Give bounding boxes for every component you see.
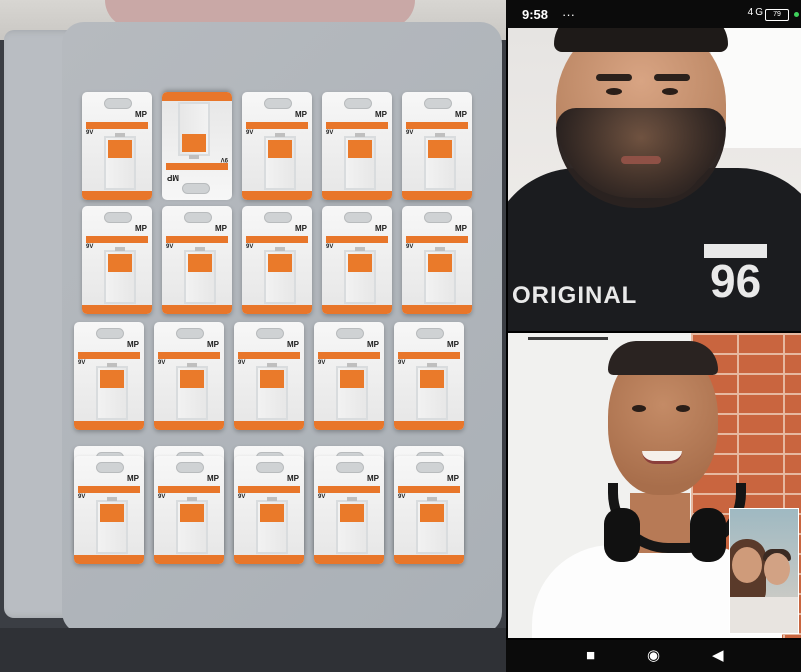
battery-pack: MP 9V — [162, 92, 232, 200]
battery-9v — [416, 363, 448, 420]
battery-icon: 79 — [765, 9, 789, 21]
battery-9v — [256, 497, 288, 554]
pack-label: 9V — [158, 494, 166, 500]
battery-9v — [264, 247, 296, 304]
battery-pack: MP 9V — [82, 206, 152, 314]
battery-9v — [264, 133, 296, 190]
battery-pack: MP 9V — [314, 456, 384, 564]
floor-bottom — [0, 628, 506, 672]
local-video[interactable] — [508, 333, 801, 638]
camera-indicator-icon — [794, 12, 799, 17]
battery-9v — [96, 497, 128, 554]
pack-label: 9V — [86, 130, 94, 136]
battery-9v — [184, 247, 216, 304]
battery-pack: MP 9V — [234, 456, 304, 564]
battery-pack: MP 9V — [322, 206, 392, 314]
pack-label: 9V — [158, 360, 166, 366]
pack-brand: MP — [295, 110, 307, 119]
back-icon[interactable]: ◀ — [712, 646, 724, 666]
pack-brand: MP — [367, 474, 379, 483]
battery-9v — [176, 497, 208, 554]
battery-9v — [336, 497, 368, 554]
pack-label: 9V — [78, 494, 86, 500]
pack-brand: MP — [447, 340, 459, 349]
navigation-bar: ■ ◉ ◀ — [506, 640, 801, 672]
recent-apps-icon[interactable]: ■ — [586, 646, 595, 666]
battery-pack: MP 9V — [74, 322, 144, 430]
pack-label: 9V — [406, 130, 414, 136]
pack-label: 9V — [166, 244, 174, 250]
battery-pack: MP 9V — [394, 456, 464, 564]
battery-pack: MP 9V — [74, 456, 144, 564]
battery-9v — [336, 363, 368, 420]
pack-brand: MP — [287, 474, 299, 483]
pack-brand: MP — [207, 340, 219, 349]
pack-brand: MP — [447, 474, 459, 483]
pack-label: 9V — [238, 494, 246, 500]
battery-pack: MP 9V — [242, 206, 312, 314]
battery-9v — [104, 133, 136, 190]
battery-9v — [96, 363, 128, 420]
battery-9v — [344, 133, 376, 190]
battery-pack: MP 9V — [154, 322, 224, 430]
battery-pack: MP 9V — [314, 322, 384, 430]
battery-9v — [104, 247, 136, 304]
battery-9v — [416, 497, 448, 554]
pack-brand: MP — [215, 224, 227, 233]
pack-label: 9V — [246, 244, 254, 250]
battery-pack: MP 9V — [402, 92, 472, 200]
more-notifications-icon: ··· — [562, 7, 575, 22]
battery-pack: MP 9V — [154, 456, 224, 564]
battery-packs-photo: MP 9V MP 9V MP 9V MP 9V MP 9V MP 9V MP 9V MP 9V MP 9V MP 9V… — [0, 0, 506, 672]
pack-brand: MP — [295, 224, 307, 233]
battery-pack: MP 9V — [82, 92, 152, 200]
shirt-text: ORIGINAL — [512, 282, 638, 309]
video-call-screen: 9:58 ··· 4G 79 96 ORIGINAL ■ ◉ ◀ — [506, 0, 801, 672]
battery-9v — [256, 363, 288, 420]
pack-brand: MP — [455, 224, 467, 233]
battery-9v — [178, 102, 210, 156]
pack-brand: MP — [127, 474, 139, 483]
battery-pack: MP 9V — [242, 92, 312, 200]
pack-label: 9V — [238, 360, 246, 366]
pack-brand: MP — [207, 474, 219, 483]
pack-label: 9V — [318, 360, 326, 366]
pack-label: 9V — [398, 494, 406, 500]
home-icon[interactable]: ◉ — [647, 646, 660, 666]
pack-label: 9V — [220, 156, 228, 162]
battery-pack: MP 9V — [234, 322, 304, 430]
battery-pack: MP 9V — [394, 322, 464, 430]
pack-brand: MP — [127, 340, 139, 349]
pack-brand: MP — [375, 224, 387, 233]
pack-brand: MP — [135, 110, 147, 119]
pack-brand: MP — [455, 110, 467, 119]
battery-pack: MP 9V — [162, 206, 232, 314]
pack-brand: MP — [367, 340, 379, 349]
battery-9v — [424, 133, 456, 190]
battery-9v — [176, 363, 208, 420]
pack-label: 9V — [318, 494, 326, 500]
battery-pack: MP 9V — [322, 92, 392, 200]
pack-label: 9V — [86, 244, 94, 250]
battery-pack: MP 9V — [402, 206, 472, 314]
pack-brand: MP — [287, 340, 299, 349]
pack-brand: MP — [375, 110, 387, 119]
pack-label: 9V — [326, 130, 334, 136]
pack-brand: MP — [167, 173, 179, 182]
status-bar: 9:58 ··· 4G 79 — [506, 0, 801, 28]
pack-label: 9V — [246, 130, 254, 136]
pack-brand: MP — [135, 224, 147, 233]
pack-label: 9V — [78, 360, 86, 366]
shirt-number: 96 — [704, 244, 768, 304]
clock: 9:58 — [522, 7, 549, 22]
pack-label: 9V — [326, 244, 334, 250]
pack-label: 9V — [398, 360, 406, 366]
battery-9v — [424, 247, 456, 304]
self-view-thumbnail[interactable] — [729, 508, 799, 634]
pack-label: 9V — [406, 244, 414, 250]
battery-9v — [344, 247, 376, 304]
network-icon: 4G — [747, 7, 765, 18]
remote-video[interactable]: 96 ORIGINAL — [508, 28, 801, 331]
